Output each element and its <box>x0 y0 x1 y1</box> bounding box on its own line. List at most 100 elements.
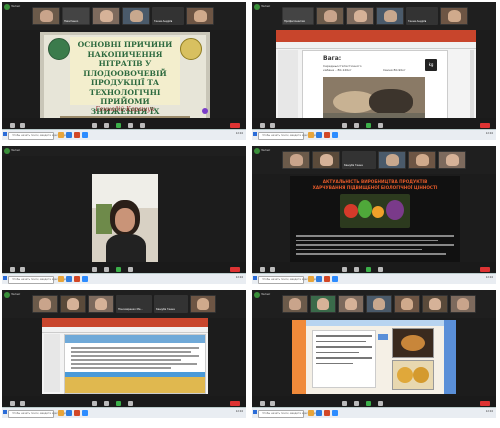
share-icon[interactable] <box>366 267 371 272</box>
share-icon[interactable] <box>116 401 121 406</box>
participant-tile[interactable] <box>310 295 336 313</box>
taskbar-app-icon[interactable] <box>58 276 64 282</box>
right-scroll[interactable] <box>470 50 474 124</box>
taskbar-app-icon[interactable] <box>316 410 322 416</box>
participant-tile[interactable] <box>92 7 120 25</box>
participant-tile[interactable] <box>376 7 404 25</box>
participant-tile[interactable]: Ганна Андріїв <box>406 7 438 25</box>
participant-tile[interactable] <box>394 295 420 313</box>
windows-start-icon[interactable] <box>253 410 257 414</box>
windows-start-icon[interactable] <box>253 132 257 136</box>
taskbar-app-icon[interactable] <box>58 132 64 138</box>
participant-tile[interactable] <box>122 7 150 25</box>
taskbar-app-icon[interactable] <box>66 410 72 416</box>
taskbar-search[interactable]: Чтобы начать поиск, введите здесь запрос <box>8 410 69 418</box>
participants-icon[interactable] <box>92 123 97 128</box>
chat-icon[interactable] <box>354 267 359 272</box>
participant-tile[interactable] <box>282 295 308 313</box>
end-icon[interactable] <box>480 401 490 406</box>
taskbar-app-icon[interactable] <box>324 276 330 282</box>
taskbar-app-icon[interactable] <box>74 276 80 282</box>
share-icon[interactable] <box>366 401 371 406</box>
participant-tile[interactable] <box>450 295 476 313</box>
taskbar-search[interactable]: Чтобы начать поиск, введите здесь запрос <box>8 276 69 284</box>
taskbar-search[interactable]: Чтобы начать поиск, введите здесь запрос <box>258 410 319 418</box>
chat-icon[interactable] <box>104 267 109 272</box>
share-icon[interactable] <box>116 267 121 272</box>
participant-tile[interactable]: Кашуба Ганна <box>154 295 188 313</box>
camera-icon[interactable] <box>20 401 25 406</box>
chat-icon[interactable] <box>354 401 359 406</box>
taskbar-app-icon[interactable] <box>324 410 330 416</box>
end-icon[interactable] <box>480 123 490 128</box>
taskbar-app-icon[interactable] <box>332 132 338 138</box>
participants-icon[interactable] <box>342 267 347 272</box>
share-icon[interactable] <box>116 123 121 128</box>
taskbar-app-icon[interactable] <box>316 276 322 282</box>
record-icon[interactable] <box>378 123 383 128</box>
taskbar-app-icon[interactable] <box>308 276 314 282</box>
windows-start-icon[interactable] <box>3 410 7 414</box>
record-icon[interactable] <box>128 123 133 128</box>
taskbar-app-icon[interactable] <box>74 132 80 138</box>
taskbar-app-icon[interactable] <box>58 410 64 416</box>
taskbar-app-icon[interactable] <box>66 276 72 282</box>
record-icon[interactable] <box>378 267 383 272</box>
taskbar-app-icon[interactable] <box>308 132 314 138</box>
camera-icon[interactable] <box>270 267 275 272</box>
mic-icon[interactable] <box>10 123 15 128</box>
camera-icon[interactable] <box>20 123 25 128</box>
chat-icon[interactable] <box>354 123 359 128</box>
participants-icon[interactable] <box>342 401 347 406</box>
participants-icon[interactable] <box>92 267 97 272</box>
participant-tile[interactable] <box>440 7 468 25</box>
mic-icon[interactable] <box>10 401 15 406</box>
taskbar-app-icon[interactable] <box>332 410 338 416</box>
participant-tile[interactable] <box>378 151 406 169</box>
participant-tile[interactable] <box>316 7 344 25</box>
participant-tile[interactable] <box>346 7 374 25</box>
taskbar-app-icon[interactable] <box>74 410 80 416</box>
windows-start-icon[interactable] <box>3 132 7 136</box>
mic-icon[interactable] <box>260 401 265 406</box>
end-icon[interactable] <box>230 267 240 272</box>
taskbar-app-icon[interactable] <box>82 276 88 282</box>
windows-start-icon[interactable] <box>3 276 7 280</box>
mic-icon[interactable] <box>10 267 15 272</box>
record-icon[interactable] <box>378 401 383 406</box>
reactions-icon[interactable] <box>140 123 145 128</box>
chat-icon[interactable] <box>104 401 109 406</box>
mic-icon[interactable] <box>260 267 265 272</box>
taskbar-app-icon[interactable] <box>66 132 72 138</box>
participant-tile[interactable] <box>338 295 364 313</box>
camera-icon[interactable] <box>270 123 275 128</box>
participant-tile[interactable] <box>60 295 86 313</box>
taskbar-app-icon[interactable] <box>82 410 88 416</box>
record-icon[interactable] <box>128 401 133 406</box>
participant-tile[interactable]: Ганна Андріїв <box>152 7 184 25</box>
participant-tile[interactable]: Професіоналізм <box>282 7 314 25</box>
participant-tile[interactable]: Никитенко <box>62 7 90 25</box>
participant-tile[interactable] <box>282 151 310 169</box>
participant-tile[interactable] <box>32 7 60 25</box>
participant-tile[interactable] <box>422 295 448 313</box>
camera-icon[interactable] <box>270 401 275 406</box>
participant-tile[interactable]: Пономаренко Ми... <box>116 295 152 313</box>
participant-tile[interactable] <box>366 295 392 313</box>
participants-icon[interactable] <box>342 123 347 128</box>
participants-icon[interactable] <box>92 401 97 406</box>
camera-icon[interactable] <box>20 267 25 272</box>
taskbar-search[interactable]: Чтобы начать поиск, введите здесь запрос <box>8 132 69 140</box>
chat-icon[interactable] <box>104 123 109 128</box>
mic-icon[interactable] <box>260 123 265 128</box>
participant-tile[interactable] <box>190 295 216 313</box>
participant-tile[interactable] <box>408 151 436 169</box>
participant-tile[interactable] <box>186 7 214 25</box>
record-icon[interactable] <box>128 267 133 272</box>
taskbar-app-icon[interactable] <box>324 132 330 138</box>
participant-tile[interactable]: Кашуба Ганна <box>342 151 376 169</box>
participant-tile[interactable] <box>438 151 466 169</box>
taskbar-app-icon[interactable] <box>82 132 88 138</box>
taskbar-app-icon[interactable] <box>316 132 322 138</box>
end-icon[interactable] <box>230 123 240 128</box>
